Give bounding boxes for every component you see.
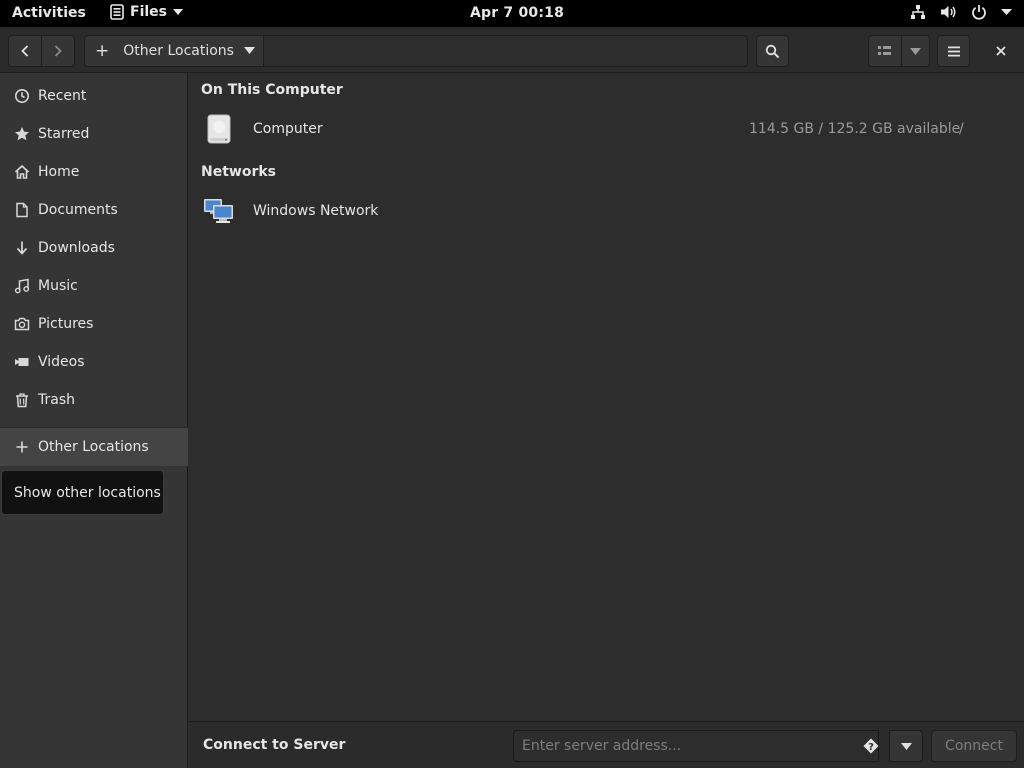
view-mode-button[interactable] (868, 35, 902, 67)
go-back-icon (20, 45, 30, 57)
close-window-button[interactable] (985, 35, 1017, 67)
sidebar-item-recent[interactable]: Recent (0, 77, 188, 115)
sidebar-item-downloads[interactable]: Downloads (0, 229, 188, 267)
star-icon (14, 126, 30, 142)
music-icon (14, 278, 30, 294)
section-title-networks: Networks (201, 164, 277, 180)
close-icon (996, 46, 1006, 56)
go-forward-icon (53, 45, 63, 57)
view-options-button[interactable] (901, 35, 930, 67)
server-address-input[interactable] (513, 730, 879, 762)
list-item-windows-network[interactable]: Windows Network (189, 193, 1024, 233)
help-icon[interactable]: ? (863, 738, 879, 754)
top-bar: Activities Files Apr 7 00:18 (0, 0, 1024, 27)
chevron-down-icon (900, 742, 912, 750)
sidebar-item-label: Starred (38, 126, 90, 142)
app-menu[interactable]: Files (110, 4, 183, 20)
connect-button[interactable]: Connect (931, 730, 1017, 762)
volume-icon (940, 4, 957, 20)
hamburger-menu-icon (947, 46, 960, 57)
connect-to-server-bar: Connect to Server ? Connect (189, 721, 1024, 768)
chevron-down-icon (910, 47, 921, 55)
clock-icon (14, 88, 30, 104)
sidebar-item-label: Videos (38, 354, 85, 370)
search-icon (765, 44, 780, 59)
camera-icon (14, 316, 30, 332)
sidebar-item-starred[interactable]: Starred (0, 115, 188, 153)
sidebar-item-label: Home (38, 164, 80, 180)
network-workgroup-icon (203, 195, 235, 227)
sidebar-item-other-locations[interactable]: Other Locations (0, 428, 188, 466)
recent-servers-dropdown-button[interactable] (889, 730, 923, 762)
plus-icon: + (95, 41, 110, 61)
video-icon (14, 354, 30, 370)
main-menu-button[interactable] (937, 35, 970, 67)
sidebar-item-label: Trash (38, 392, 75, 408)
tooltip: Show other locations (1, 470, 164, 515)
row-available-space: 114.5 GB / 125.2 GB available (749, 121, 961, 137)
connect-to-server-label: Connect to Server (203, 737, 346, 753)
sidebar-item-pictures[interactable]: Pictures (0, 305, 188, 343)
search-button[interactable] (756, 35, 789, 67)
list-item-computer[interactable]: Computer 114.5 GB / 125.2 GB available / (189, 111, 1024, 151)
system-menu-chevron-icon (1001, 9, 1012, 15)
drive-harddisk-icon (203, 113, 235, 145)
activities-button[interactable]: Activities (12, 5, 86, 21)
document-icon (14, 202, 30, 218)
row-mount-point: / (959, 121, 964, 137)
trash-icon (14, 392, 30, 408)
clock[interactable]: Apr 7 00:18 (470, 5, 564, 21)
header-bar: + Other Locations (0, 27, 1024, 73)
power-icon (971, 4, 987, 20)
sidebar-item-documents[interactable]: Documents (0, 191, 188, 229)
location-entry[interactable] (264, 35, 748, 67)
sidebar-item-home[interactable]: Home (0, 153, 188, 191)
path-bar-label: Other Locations (123, 43, 234, 59)
places-sidebar: Recent Starred Home Documents Downloads … (0, 73, 188, 768)
files-app-icon (110, 4, 124, 20)
path-bar-button[interactable]: + Other Locations (84, 35, 264, 67)
sidebar-item-label: Downloads (38, 240, 115, 256)
sidebar-item-trash[interactable]: Trash (0, 381, 188, 419)
chevron-down-icon[interactable] (244, 47, 255, 54)
sidebar-item-label: Pictures (38, 316, 94, 332)
sidebar-item-music[interactable]: Music (0, 267, 188, 305)
row-name: Computer (253, 121, 323, 137)
sidebar-item-label: Music (38, 278, 78, 294)
svg-text:?: ? (868, 742, 874, 753)
sidebar-item-label: Recent (38, 88, 87, 104)
row-name: Windows Network (253, 203, 379, 219)
app-menu-label: Files (130, 4, 167, 20)
plus-icon (14, 439, 30, 455)
sidebar-item-label: Documents (38, 202, 118, 218)
forward-button[interactable] (41, 35, 75, 67)
home-icon (14, 164, 30, 180)
other-locations-view: On This Computer Computer 114.5 GB / 125… (189, 73, 1024, 721)
view-list-icon (878, 45, 892, 57)
download-icon (14, 240, 30, 256)
back-button[interactable] (8, 35, 42, 67)
network-icon (910, 4, 926, 20)
system-menu[interactable] (910, 4, 1012, 20)
app-menu-chevron-icon (173, 9, 183, 15)
section-title-on-this-computer: On This Computer (201, 82, 343, 98)
sidebar-item-label: Other Locations (38, 439, 149, 455)
sidebar-item-videos[interactable]: Videos (0, 343, 188, 381)
